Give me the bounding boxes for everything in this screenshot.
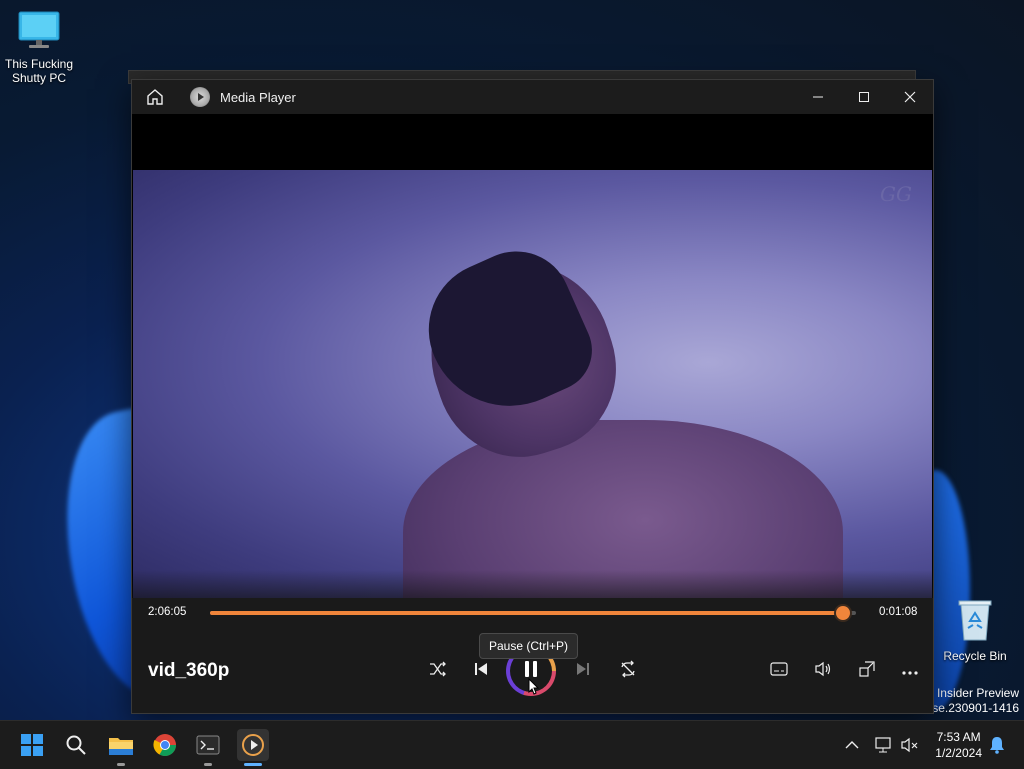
media-player-icon[interactable]	[237, 729, 269, 761]
insider-preview-line1: o Insider Preview	[926, 686, 1019, 700]
mini-player-button[interactable]	[852, 656, 882, 686]
taskbar-active-indicator	[244, 763, 262, 766]
monitor-icon	[1, 10, 77, 53]
taskbar-running-indicator	[204, 763, 212, 766]
volume-muted-icon[interactable]	[895, 730, 925, 760]
seek-bar[interactable]	[210, 606, 856, 620]
next-button[interactable]	[568, 656, 598, 686]
taskbar: 7:53 AM 1/2/2024	[0, 720, 1024, 769]
skip-forward-icon	[575, 661, 591, 682]
elapsed-time: 2:06:05	[148, 606, 187, 618]
more-options-button[interactable]	[895, 656, 925, 686]
mini-player-icon	[859, 660, 875, 682]
minimize-button[interactable]	[795, 80, 841, 114]
chrome-icon[interactable]	[150, 730, 180, 760]
file-explorer-icon[interactable]	[106, 730, 136, 760]
taskbar-running-indicator	[117, 763, 125, 766]
clock-date: 1/2/2024	[935, 746, 982, 760]
media-player-app-icon	[190, 87, 210, 107]
video-watermark: GG	[880, 182, 912, 206]
notification-bell-icon[interactable]	[982, 730, 1012, 760]
window-title: Media Player	[220, 90, 296, 105]
repeat-button[interactable]	[613, 656, 643, 686]
remaining-time: 0:01:08	[879, 606, 918, 618]
title-bar: Media Player	[132, 80, 933, 114]
video-frame[interactable]: GG	[133, 170, 932, 598]
volume-icon	[814, 661, 832, 682]
file-name: vid_360p	[148, 660, 230, 681]
volume-button[interactable]	[808, 656, 838, 686]
chevron-up-icon[interactable]	[837, 730, 867, 760]
desktop-icon-label: Recycle Bin	[943, 649, 1007, 663]
captions-icon	[770, 661, 788, 681]
desktop-icon-label: This Fucking Shutty PC	[4, 57, 74, 85]
start-icon[interactable]	[17, 730, 47, 760]
desktop-icon-recycle-bin[interactable]: Recycle Bin	[937, 598, 1013, 663]
close-button[interactable]	[887, 80, 933, 114]
shuffle-icon	[429, 661, 447, 682]
more-icon	[902, 662, 918, 680]
search-icon[interactable]	[61, 730, 91, 760]
skip-back-icon	[473, 661, 489, 682]
repeat-off-icon	[619, 660, 637, 683]
seek-bar-fill	[210, 611, 844, 615]
shuffle-button[interactable]	[423, 656, 453, 686]
home-icon[interactable]	[146, 88, 166, 106]
media-player-window: Media Player GG 2:06:05 0:01:08 vid_360p	[131, 79, 934, 714]
system-clock[interactable]: 7:53 AM 1/2/2024	[935, 729, 982, 761]
seek-thumb[interactable]	[836, 606, 851, 620]
maximize-button[interactable]	[841, 80, 887, 114]
clock-time: 7:53 AM	[936, 730, 981, 744]
desktop-icon-this-pc[interactable]: This Fucking Shutty PC	[1, 10, 77, 85]
recycle-bin-icon	[937, 598, 1013, 645]
mouse-cursor-icon	[528, 677, 540, 701]
previous-button[interactable]	[466, 656, 496, 686]
captions-button[interactable]	[764, 656, 794, 686]
terminal-icon[interactable]	[193, 730, 223, 760]
